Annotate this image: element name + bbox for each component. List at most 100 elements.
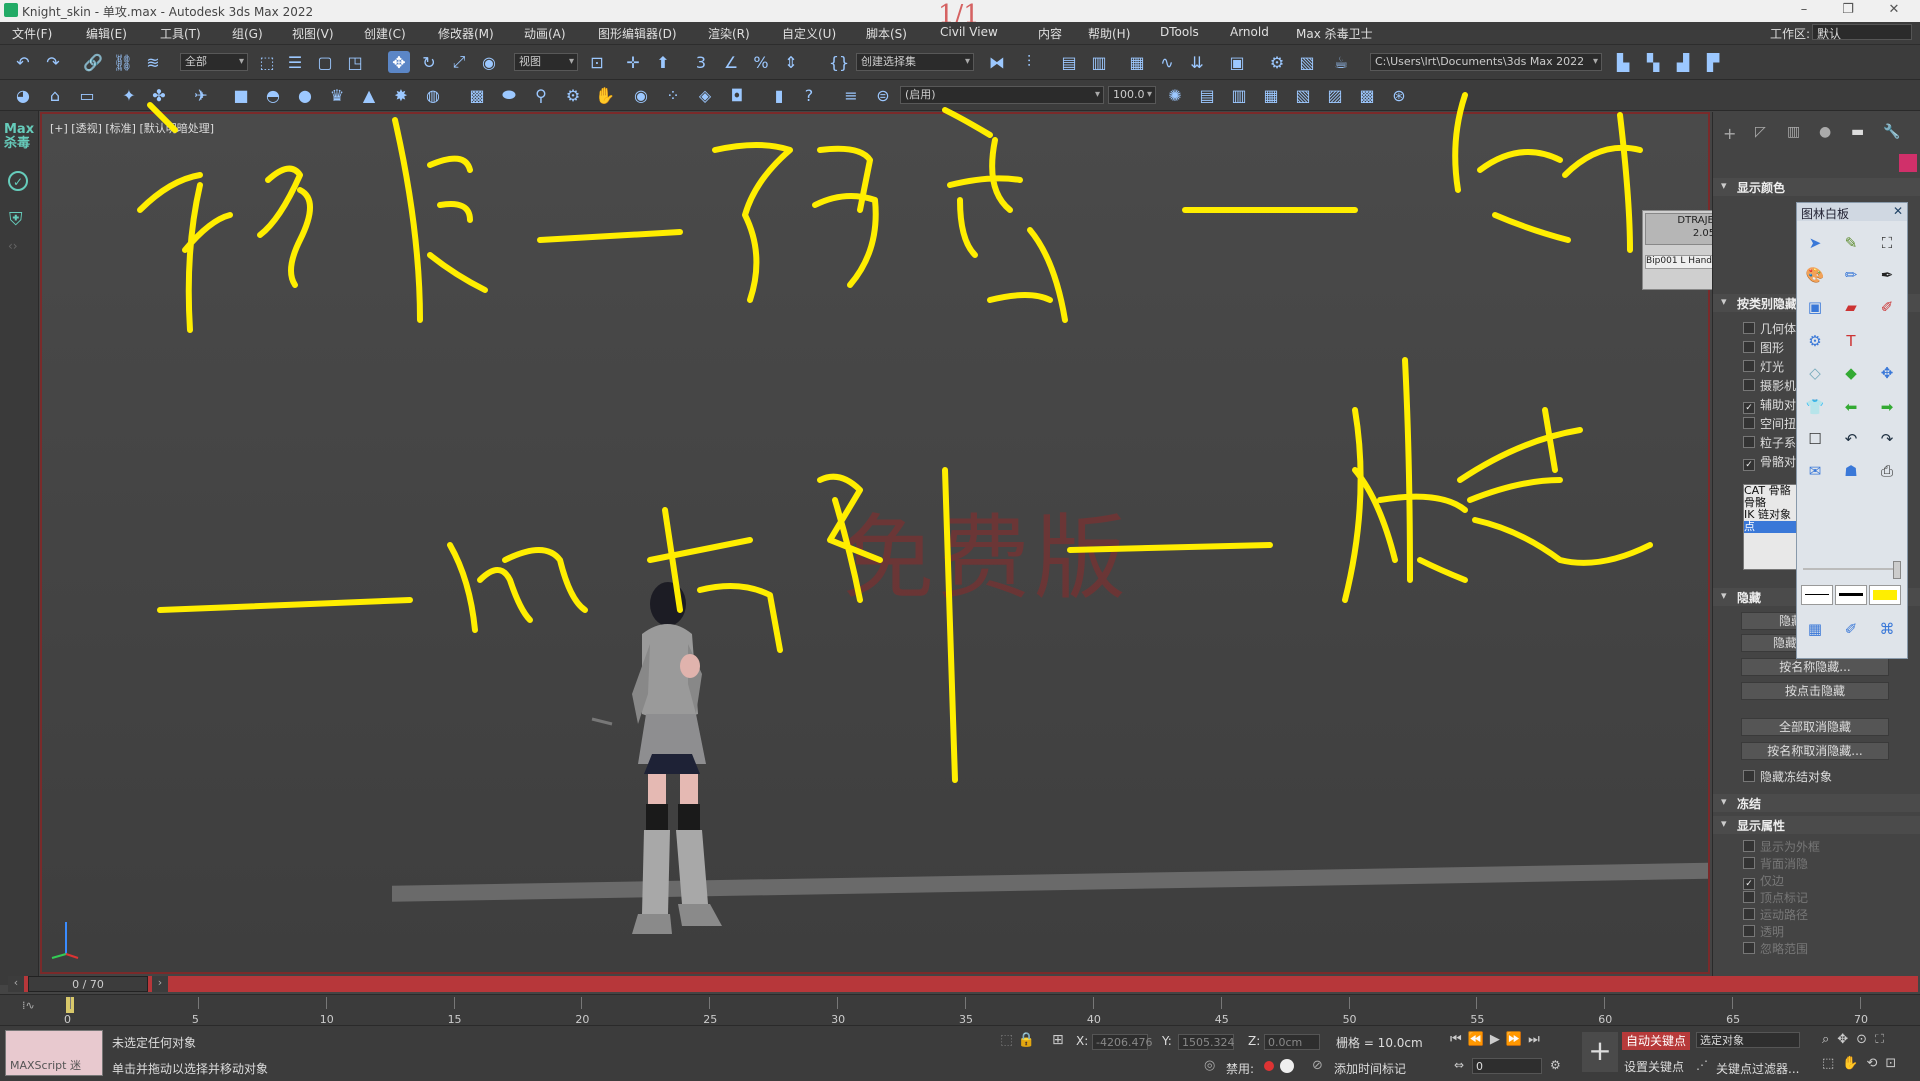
section-display-properties[interactable]: 显示属性 xyxy=(1713,816,1920,834)
checkbox[interactable] xyxy=(1743,925,1755,937)
key-filters-button[interactable]: 关键点过滤器... xyxy=(1716,1060,1799,1077)
key-filter-icon[interactable]: ⋰ xyxy=(1696,1058,1708,1072)
render-box-icon[interactable]: ◘ xyxy=(726,84,748,106)
arrows-icon[interactable]: ‹› xyxy=(8,239,18,253)
text-icon[interactable]: T xyxy=(1841,331,1861,351)
checkbox[interactable] xyxy=(1743,341,1755,353)
set-key-button[interactable]: 设置关键点 xyxy=(1624,1058,1684,1075)
time-slider-thumb[interactable]: 0 / 70 xyxy=(28,976,148,992)
hide-by-hit-button[interactable]: 按点击隐藏 xyxy=(1741,682,1889,700)
checkbox[interactable] xyxy=(1743,857,1755,869)
motion-tab-icon[interactable]: ● xyxy=(1819,124,1831,140)
checkbox[interactable] xyxy=(1743,322,1755,334)
category-shapes[interactable]: 图形 xyxy=(1743,339,1784,356)
hide-frozen-checkbox[interactable]: 隐藏冻结对象 xyxy=(1743,768,1832,785)
prop-display-box[interactable]: 显示为外框 xyxy=(1743,838,1820,855)
light-icon[interactable]: ✺ xyxy=(1164,84,1186,106)
whiteboard-palette[interactable]: 图林白板 ✕ ➤ ✎ ⛶ 🎨 ✏ ✒ ▣ ▰ ✐ ⚙ T ◇ ◆ ✥ 👕 ⬅ ➡… xyxy=(1796,202,1908,659)
eraser-icon[interactable]: ◆ xyxy=(1841,363,1861,383)
selection-filter-select[interactable]: 全部 xyxy=(180,53,248,71)
select-object-icon[interactable]: ⬚ xyxy=(256,51,278,73)
character-model[interactable] xyxy=(572,574,772,974)
menu-view[interactable]: 视图(V) xyxy=(292,25,334,42)
chevron-left-icon[interactable]: ‹ xyxy=(8,976,24,992)
settings-icon[interactable]: ⚙ xyxy=(1805,331,1825,351)
menu-group[interactable]: 组(G) xyxy=(232,25,263,42)
project-folder-icon[interactable]: ▙ xyxy=(1612,51,1634,73)
menu-content[interactable]: 内容 xyxy=(1038,25,1062,42)
crown-icon[interactable]: ♛ xyxy=(326,84,348,106)
angle-snap-icon[interactable]: ∠ xyxy=(720,51,742,73)
grid-icon[interactable]: ▩ xyxy=(466,84,488,106)
sparkle-icon[interactable]: ✥ xyxy=(1877,363,1897,383)
unlink-icon[interactable]: ⛓ xyxy=(112,51,134,73)
home-icon[interactable]: ⌂ xyxy=(44,84,66,106)
camera-icon[interactable]: ✈ xyxy=(190,84,212,106)
track-bar-icon[interactable]: ⁞∿ xyxy=(22,999,35,1012)
selected-select[interactable]: 选定对象 xyxy=(1696,1032,1800,1048)
time-slider[interactable]: ‹ 0 / 70 › xyxy=(8,976,1918,992)
auto-key-button[interactable]: 自动关键点 xyxy=(1622,1032,1691,1050)
pivot-center-icon[interactable]: ⊡ xyxy=(586,51,608,73)
project-save-icon[interactable]: ▟ xyxy=(1672,51,1694,73)
toggle-ribbon-icon[interactable]: ▦ xyxy=(1126,51,1148,73)
menu-antivirus[interactable]: Max 杀毒卫士 xyxy=(1296,25,1373,42)
star-icon[interactable]: ✸ xyxy=(390,84,412,106)
keyboard-shortcut-icon[interactable]: ⬆ xyxy=(652,51,674,73)
checkbox[interactable] xyxy=(1743,891,1755,903)
menu-modifiers[interactable]: 修改器(M) xyxy=(438,25,494,42)
checkbox[interactable] xyxy=(1743,379,1755,391)
checkbox[interactable] xyxy=(1743,908,1755,920)
render-icon[interactable]: ☕ xyxy=(1330,51,1352,73)
prop-edges-only[interactable]: ✓ 仅边 xyxy=(1743,872,1784,890)
bulb-icon[interactable]: ✦ xyxy=(118,84,140,106)
edit-named-selection-icon[interactable]: {} xyxy=(828,51,850,73)
create-tab-icon[interactable]: + xyxy=(1723,124,1736,143)
menu-rendering[interactable]: 渲染(R) xyxy=(708,25,750,42)
shield-icon[interactable]: ⛨ xyxy=(9,209,23,230)
size-slider-thumb[interactable] xyxy=(1893,561,1901,579)
perspective-viewport[interactable]: [+] [透视] [标准] [默认明暗处理] 免费版 xyxy=(40,112,1710,974)
menu-animation[interactable]: 动画(A) xyxy=(524,25,566,42)
redo-icon[interactable]: ↷ xyxy=(42,51,64,73)
schematic-view-icon[interactable]: ⇊ xyxy=(1186,51,1208,73)
prop-backface-cull[interactable]: 背面消隐 xyxy=(1743,855,1808,872)
elephant-icon[interactable]: ☗ xyxy=(1841,461,1861,481)
menu-civil-view[interactable]: Civil View xyxy=(940,25,998,39)
disc-icon[interactable]: ◍ xyxy=(422,84,444,106)
checkbox[interactable] xyxy=(1743,770,1755,782)
project-path-select[interactable]: C:\Users\lrt\Documents\3ds Max 2022 xyxy=(1370,53,1602,71)
x-coord-field[interactable]: -4206.476 xyxy=(1092,1034,1152,1050)
shape-icon[interactable]: ◇ xyxy=(1805,363,1825,383)
select-manipulate-icon[interactable]: ✛ xyxy=(622,51,644,73)
project-settings-icon[interactable]: ▛ xyxy=(1702,51,1724,73)
material-editor-icon[interactable]: ▣ xyxy=(1226,51,1248,73)
photo-icon[interactable]: ▦ xyxy=(1805,619,1825,639)
cone-icon[interactable]: ▲ xyxy=(358,84,380,106)
display-tab-icon[interactable]: ▬ xyxy=(1851,124,1864,140)
playback-controls[interactable]: ⏮⏪▶⏩⏭ xyxy=(1450,1032,1546,1047)
select-by-name-icon[interactable]: ☰ xyxy=(284,51,306,73)
track-bar[interactable]: ⁞∿ 0 5 10 15 20 25 30 35 40 45 50 55 60 65 70 xyxy=(0,994,1920,1026)
set-key-icon[interactable]: + xyxy=(1582,1032,1618,1072)
rendered-frame-icon[interactable]: ▧ xyxy=(1296,51,1318,73)
size-slider-track[interactable] xyxy=(1803,568,1897,570)
section-display-color[interactable]: 显示颜色 xyxy=(1713,178,1920,196)
category-geometry[interactable]: 几何体 xyxy=(1743,320,1796,337)
menu-tools[interactable]: 工具(T) xyxy=(160,25,201,42)
arrow-right-icon[interactable]: ➡ xyxy=(1877,397,1897,417)
mirror-icon[interactable]: ⧓ xyxy=(986,51,1008,73)
time-tag-icon[interactable]: ⊘ xyxy=(1312,1058,1323,1073)
add-time-tag-button[interactable]: 添加时间标记 xyxy=(1334,1060,1406,1077)
palette-titlebar[interactable]: 图林白板 ✕ xyxy=(1797,203,1907,221)
menu-graph-editors[interactable]: 图形编辑器(D) xyxy=(598,25,677,42)
prop-see-through[interactable]: 透明 xyxy=(1743,923,1784,940)
place-icon[interactable]: ◉ xyxy=(478,51,500,73)
color-swatch[interactable] xyxy=(1899,154,1917,172)
link-icon[interactable]: 🔗 xyxy=(82,51,104,73)
bind-spacewarp-icon[interactable]: ≋ xyxy=(142,51,164,73)
prop-vertex-ticks[interactable]: 顶点标记 xyxy=(1743,889,1808,906)
capsule-icon[interactable]: ⬬ xyxy=(498,84,520,106)
snaps-toggle-icon[interactable]: 3 xyxy=(690,51,712,73)
red-pen-icon[interactable]: ✐ xyxy=(1877,297,1897,317)
